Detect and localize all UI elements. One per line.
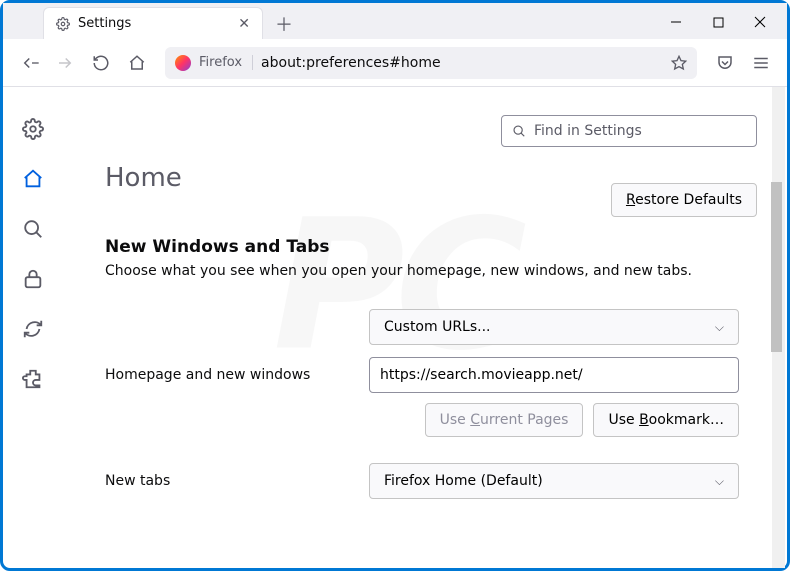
bookmark-star-icon[interactable] — [671, 55, 687, 71]
section-description: Choose what you see when you open your h… — [105, 263, 757, 279]
chevron-down-icon: ⌵ — [715, 320, 724, 335]
new-tab-button[interactable]: ＋ — [269, 9, 299, 39]
close-button[interactable] — [739, 7, 781, 37]
url-bar[interactable]: Firefox about:preferences#home — [165, 47, 697, 79]
gear-icon — [56, 17, 70, 31]
url-text: about:preferences#home — [261, 55, 663, 71]
newtabs-select[interactable]: Firefox Home (Default) ⌵ — [369, 463, 739, 499]
scrollbar-thumb[interactable] — [771, 182, 782, 352]
search-icon — [512, 124, 526, 138]
use-current-pages-button: Use Current Pages — [425, 403, 584, 437]
homepage-mode-select[interactable]: Custom URLs... ⌵ — [369, 309, 739, 345]
scrollbar-track[interactable] — [772, 87, 785, 568]
section-new-windows-tabs: New Windows and Tabs Choose what you see… — [105, 237, 757, 499]
back-button[interactable] — [13, 47, 45, 79]
find-placeholder: Find in Settings — [534, 123, 642, 139]
restore-defaults-button[interactable]: Restore Defaults — [611, 183, 757, 217]
section-title: New Windows and Tabs — [105, 237, 757, 257]
reload-button[interactable] — [85, 47, 117, 79]
menu-button[interactable] — [745, 47, 777, 79]
sidebar-home-icon[interactable] — [21, 167, 45, 191]
firefox-label: Firefox — [199, 55, 253, 70]
tab-settings[interactable]: Settings ✕ — [43, 7, 263, 39]
homepage-label: Homepage and new windows — [105, 367, 349, 383]
toolbar: Firefox about:preferences#home — [3, 39, 787, 87]
minimize-button[interactable] — [655, 7, 697, 37]
forward-button — [49, 47, 81, 79]
firefox-icon — [175, 55, 191, 71]
home-button[interactable] — [121, 47, 153, 79]
tab-label: Settings — [78, 16, 230, 31]
chevron-down-icon: ⌵ — [715, 474, 724, 489]
close-tab-icon[interactable]: ✕ — [238, 16, 250, 32]
sidebar-general-icon[interactable] — [21, 117, 45, 141]
maximize-button[interactable] — [697, 7, 739, 37]
settings-sidebar — [3, 87, 63, 568]
sidebar-sync-icon[interactable] — [21, 317, 45, 341]
sidebar-extensions-icon[interactable] — [21, 367, 45, 391]
select-value: Firefox Home (Default) — [384, 473, 543, 489]
settings-main: Find in Settings Home Restore Defaults N… — [63, 87, 787, 568]
sidebar-search-icon[interactable] — [21, 217, 45, 241]
sidebar-privacy-icon[interactable] — [21, 267, 45, 291]
find-in-settings[interactable]: Find in Settings — [501, 115, 757, 147]
newtabs-label: New tabs — [105, 473, 349, 489]
homepage-url-input[interactable] — [369, 357, 739, 393]
pocket-button[interactable] — [709, 47, 741, 79]
select-value: Custom URLs... — [384, 319, 491, 335]
window-controls — [655, 7, 781, 37]
use-bookmark-button[interactable]: Use Bookmark… — [593, 403, 739, 437]
content-area: Find in Settings Home Restore Defaults N… — [3, 87, 787, 568]
